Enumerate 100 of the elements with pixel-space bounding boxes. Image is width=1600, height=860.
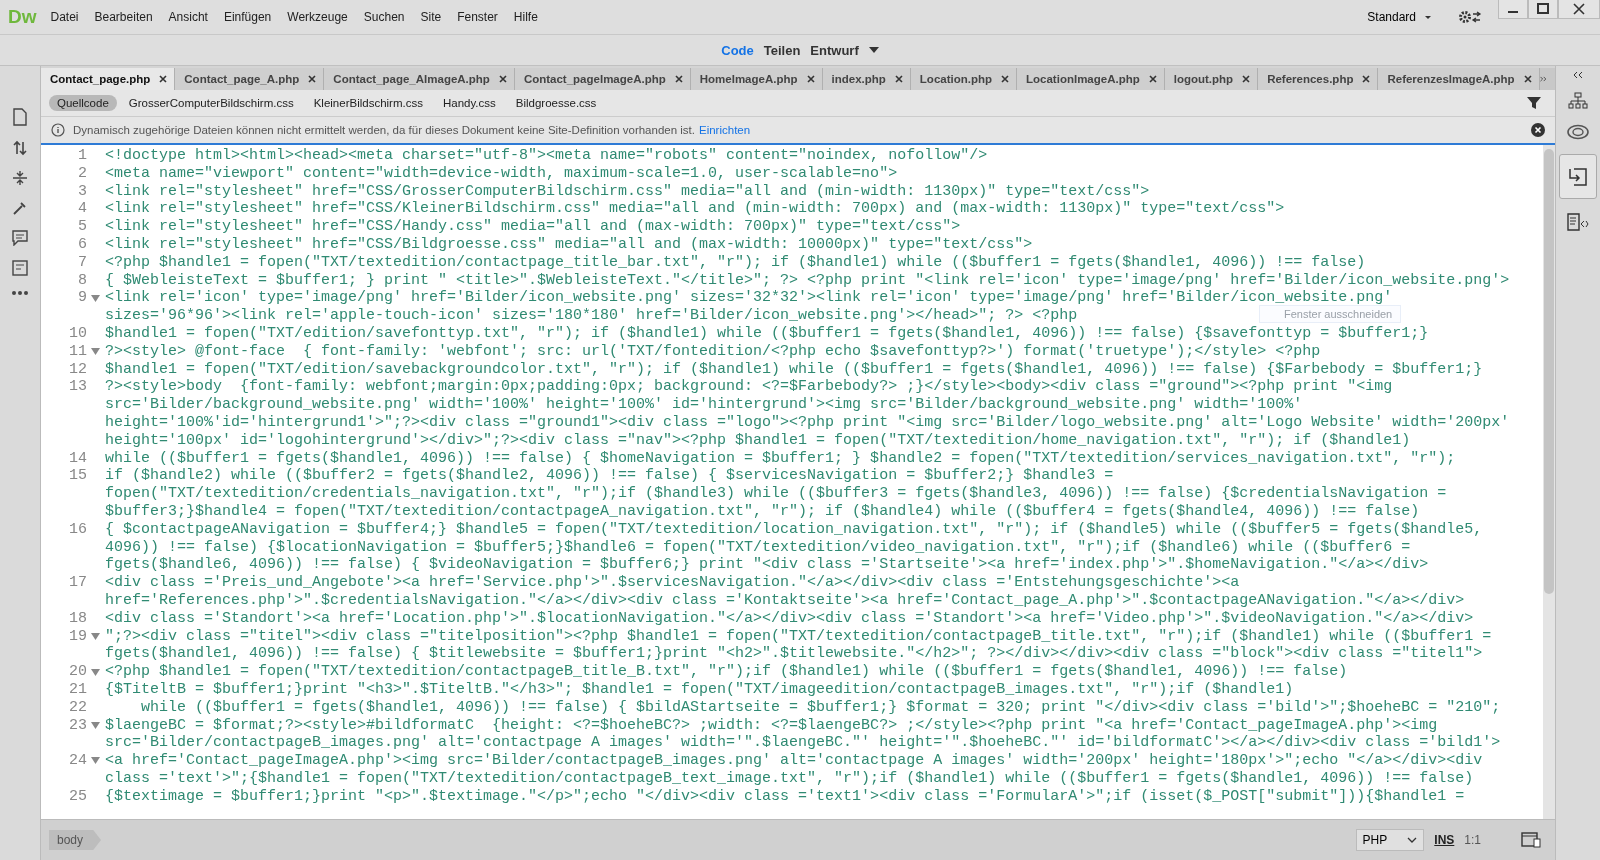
snippet-icon[interactable] xyxy=(12,260,28,276)
fold-icon[interactable] xyxy=(90,668,100,676)
code-line: href='References.php'>".$credentialsNavigation."</a></div><div class ='Kontaktseite'><a href='Contact_page_A.php'>".$contactpageANavigation."</a></div> xyxy=(105,591,1465,610)
close-icon[interactable] xyxy=(1523,75,1532,83)
close-icon[interactable] xyxy=(1531,123,1545,137)
scrollbar-thumb[interactable] xyxy=(1544,149,1554,594)
menu-item[interactable]: Werkzeuge xyxy=(287,10,348,24)
insert-mode[interactable]: INS xyxy=(1434,833,1455,847)
document-tab[interactable]: HomeImageA.php xyxy=(690,68,823,90)
document-tab[interactable]: index.php xyxy=(822,68,911,90)
menu-item[interactable]: Site xyxy=(420,10,442,24)
menu-item[interactable]: Bearbeiten xyxy=(94,10,153,24)
document-tab[interactable]: References.php xyxy=(1258,68,1379,90)
related-file[interactable]: Handy.css xyxy=(434,95,504,111)
fold-icon[interactable] xyxy=(90,721,100,729)
sort-arrows-icon[interactable] xyxy=(12,140,28,156)
info-message: Dynamisch zugehörige Dateien können nicht ermittelt werden, da für dieses Dokument keine Site-Definition vorhanden ist. xyxy=(73,124,695,136)
line-number: 5 xyxy=(78,218,87,236)
code-line: sizes='96*96'><link rel='apple-touch-icon' sizes='180*180' href='Bilder/icon_website.png'></head>"; ?> <?php xyxy=(105,307,1078,325)
code-line: ?><style>body {font-family: webfont;margin:0px;padding:0px; background: <?=$Farbebody?> ;}</style><body><div class ="ground"><?php print "<img xyxy=(105,378,1393,397)
code-line: fgets($handle1, 4096)) !== false) { $titlewebsite = $buffer1;}print "<h2>".$titlewebsite."</h2>"; ?></div></div><div class ="block"><div class ="titel1"> xyxy=(105,645,1483,664)
close-icon[interactable] xyxy=(1001,75,1009,83)
view-tab[interactable]: Teilen xyxy=(763,40,801,60)
line-number: 9 xyxy=(78,289,87,308)
fold-icon[interactable] xyxy=(90,348,100,356)
line-number: 7 xyxy=(78,253,87,272)
minimize-icon[interactable] xyxy=(1498,0,1528,19)
code-line: <link rel="stylesheet" href="CSS/Handy.css" media="all and (max-width: 700px)" type="text/css"> xyxy=(105,218,961,236)
caret-icon[interactable] xyxy=(868,47,879,53)
code-line: ?><style> @font-face { font-family: 'webfont'; src: url('TXT/fontedition/<?php echo $savefonttyp?>') format('truetype');</style> <?php xyxy=(105,342,1321,361)
document-tab[interactable]: Contact_page_AImageA.php xyxy=(324,68,515,90)
menu-item[interactable]: Datei xyxy=(50,10,79,24)
close-icon[interactable] xyxy=(159,75,168,83)
hierarchy-icon[interactable] xyxy=(1568,92,1588,110)
filter-icon[interactable] xyxy=(1527,96,1541,110)
document-tab[interactable]: Contact_page_A.php xyxy=(175,68,325,90)
code-line: height='100px' id='logohintergrund'></div>";?><div class ="nav"><?php $handle1 = fopen("TXT/textedition/home_navigation.txt", "r"); if ($handle1) xyxy=(105,431,1411,450)
cloud-icon[interactable] xyxy=(1567,124,1589,140)
collapse-icon[interactable] xyxy=(12,170,28,186)
line-number: 16 xyxy=(69,520,87,539)
maximize-icon[interactable] xyxy=(1528,0,1558,19)
code-line: $handle1 = fopen("TXT/edition/savefonttyp.txt", "r"); if ($handle1) while (($buffer1 = fgets($handle1, 4096)) !== false) {$savefonttyp = $buffer1;} xyxy=(105,324,1429,343)
close-icon[interactable] xyxy=(308,75,317,83)
code-line: <link rel="stylesheet" href="CSS/GrosserComputerBildschirm.css" media="all and (min-width: 1130px)" type="text/css"> xyxy=(105,182,1150,201)
workspace-dropdown[interactable]: Standard xyxy=(1361,9,1438,25)
close-icon[interactable] xyxy=(894,75,903,83)
fold-icon[interactable] xyxy=(90,632,100,640)
menu-item[interactable]: Suchen xyxy=(363,10,405,24)
line-number: 13 xyxy=(69,378,87,397)
code-line: class ='text'>";{$handle1 = fopen("TXT/textedition/contactpageB_text_image.txt", "r");if ($handle1) while (($buffer1 = fgets($handle1, 4096)) !== false) xyxy=(105,769,1474,788)
related-file[interactable]: Bildgroesse.css xyxy=(507,95,605,111)
line-number: 18 xyxy=(69,609,87,628)
menu-item[interactable]: Hilfe xyxy=(513,10,538,24)
close-icon[interactable] xyxy=(674,75,683,83)
document-tab[interactable]: Contact_pageImageA.php xyxy=(514,68,691,90)
menu-item[interactable]: Einfügen xyxy=(223,10,272,24)
code-line: while (($buffer1 = fgets($handle1, 4096)) !== false) { $homeNavigation = $buffer1; } $handle2 = fopen("TXT/textedition/services_navigation.txt", "r"); xyxy=(105,449,1456,468)
more-icon[interactable] xyxy=(12,290,28,296)
close-icon[interactable] xyxy=(1242,75,1251,83)
related-file[interactable]: Quellcode xyxy=(49,95,117,111)
overflow-icon[interactable] xyxy=(1539,74,1547,84)
document-tab[interactable]: ReferenzesImageA.php xyxy=(1378,68,1540,90)
close-icon[interactable] xyxy=(806,75,815,83)
document-tab[interactable]: LocationImageA.php xyxy=(1017,68,1165,90)
line-number: 4 xyxy=(78,200,87,219)
code-line: <div class ='Standort'><a href='Location.php'>".$locationNavigation."</a></div><div class ='Standort'><a href='Video.php'>".$videoNavigation."</a></div> xyxy=(105,609,1474,628)
close-icon[interactable] xyxy=(1558,0,1600,19)
related-file[interactable]: KleinerBildschirm.css xyxy=(305,95,431,111)
code-file-icon[interactable] xyxy=(1567,213,1589,231)
line-number: 10 xyxy=(69,324,87,343)
settings-icon[interactable] xyxy=(1458,9,1482,25)
fold-icon[interactable] xyxy=(90,294,100,302)
code-line: height='100%'id='hintergrund1'>";?><div class ="ground1"><div class ="logo"><?php print "<img src='Bilder/logo_website.png' alt='Logo Website' width='200px' xyxy=(105,413,1510,432)
code-line: $handle1 = fopen("TXT/edition/savebackgroundcolor.txt", "r"); if ($handle1) while (($buffer1 = fgets($handle1, 4096)) !== false) {$Farbebody = $buffer1;} xyxy=(105,360,1483,379)
wand-icon[interactable] xyxy=(12,200,28,216)
document-tab[interactable]: Contact_page.php xyxy=(41,68,176,90)
line-number: 1 xyxy=(78,147,87,165)
preview-icon[interactable] xyxy=(1521,832,1541,848)
document-tab[interactable]: logout.php xyxy=(1164,68,1259,90)
close-icon[interactable] xyxy=(1362,75,1371,83)
setup-link[interactable]: Einrichten xyxy=(699,124,751,136)
code-line: {$textimage = $buffer1;}print "<p>".$textimage."</p>";echo "</div><div class ='text1'><div class ='FormularA'>";if (isset($_POST["submit"])){$handle1 = xyxy=(105,787,1465,806)
file-icon[interactable] xyxy=(12,108,28,126)
insert-icon[interactable] xyxy=(1568,167,1588,187)
menu-item[interactable]: Ansicht xyxy=(168,10,208,24)
fold-icon[interactable] xyxy=(90,757,100,765)
comment-icon[interactable] xyxy=(12,230,28,246)
tag-breadcrumb[interactable]: body xyxy=(49,830,102,850)
line-number: 25 xyxy=(69,787,87,806)
close-icon[interactable] xyxy=(498,75,507,83)
view-tab[interactable]: Entwurf xyxy=(810,40,859,60)
code-line: <div class ='Preis_und_Angebote'><a href='Service.php'>".$servicesNavigation."</a></div><div class ='Entstehungsgeschichte'><a xyxy=(105,574,1240,592)
document-tab[interactable]: Location.php xyxy=(910,68,1017,90)
menu-item[interactable]: Fenster xyxy=(457,10,498,24)
code-line: fopen("TXT/textedition/credentials_navigation.txt", "r");if ($handle3) while (($buffer3 = fgets($handle3, 4096)) !== false) {$credentialsNavigation = xyxy=(105,485,1447,503)
line-number: 17 xyxy=(69,574,87,592)
related-file[interactable]: GrosserComputerBildschirm.css xyxy=(120,95,302,111)
close-icon[interactable] xyxy=(1148,75,1157,83)
collapse-icon[interactable] xyxy=(1573,72,1583,78)
language-dropdown[interactable]: PHP xyxy=(1355,829,1425,851)
